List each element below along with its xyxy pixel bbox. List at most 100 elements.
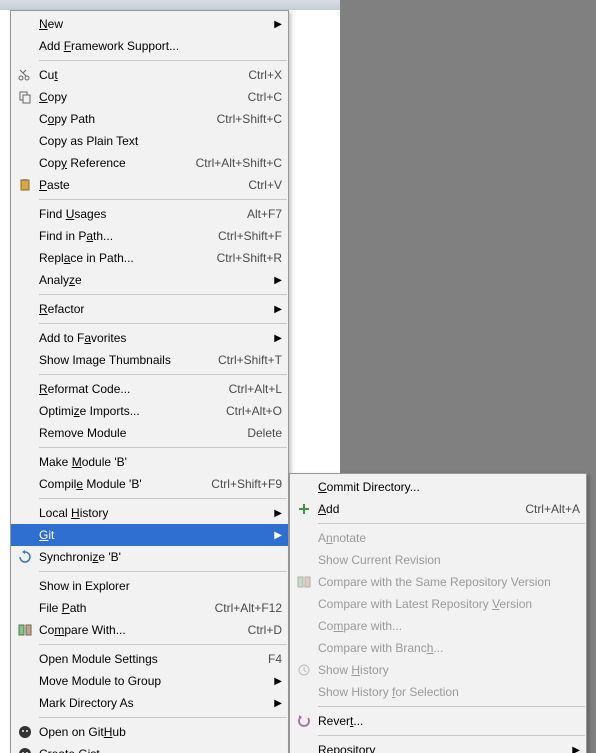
submenu-arrow-icon: ▶: [266, 676, 282, 687]
menu-item-git[interactable]: Git ▶: [11, 524, 288, 546]
menu-item-open-on-github[interactable]: Open on GitHub: [11, 721, 288, 743]
menu-item-make-module[interactable]: Make Module 'B': [11, 451, 288, 473]
menu-item-repository[interactable]: Repository ▶: [290, 739, 586, 753]
menu-item-show-in-explorer[interactable]: Show in Explorer: [11, 575, 288, 597]
blank-icon: [15, 133, 35, 149]
menu-item-analyze[interactable]: Analyze ▶: [11, 269, 288, 291]
menu-separator: [39, 199, 287, 200]
menu-label: Replace in Path...: [35, 251, 205, 265]
menu-item-show-history-selection: Show History for Selection: [290, 681, 586, 703]
blank-icon: [15, 155, 35, 171]
menu-item-open-module-settings[interactable]: Open Module Settings F4: [11, 648, 288, 670]
menu-label: Copy as Plain Text: [35, 134, 282, 148]
menu-shortcut: Ctrl+Shift+T: [206, 353, 282, 367]
menu-item-find-in-path[interactable]: Find in Path... Ctrl+Shift+F: [11, 225, 288, 247]
menu-item-show-thumbnails[interactable]: Show Image Thumbnails Ctrl+Shift+T: [11, 349, 288, 371]
sync-icon: [15, 549, 35, 565]
menu-shortcut: Alt+F7: [235, 207, 282, 221]
menu-label: Git: [35, 528, 266, 542]
menu-label: Create Gist...: [35, 747, 282, 753]
menu-item-file-path[interactable]: File Path Ctrl+Alt+F12: [11, 597, 288, 619]
menu-item-local-history[interactable]: Local History ▶: [11, 502, 288, 524]
menu-shortcut: Ctrl+Alt+Shift+C: [184, 156, 282, 170]
menu-item-copy-reference[interactable]: Copy Reference Ctrl+Alt+Shift+C: [11, 152, 288, 174]
menu-item-new[interactable]: New ▶: [11, 13, 288, 35]
menu-shortcut: Ctrl+X: [236, 68, 282, 82]
blank-icon: [15, 228, 35, 244]
menu-item-create-gist[interactable]: Create Gist...: [11, 743, 288, 753]
menu-label: Repository: [314, 743, 564, 753]
menu-item-commit-directory[interactable]: Commit Directory...: [290, 476, 586, 498]
menu-label: Commit Directory...: [314, 480, 580, 494]
blank-icon: [15, 673, 35, 689]
diff-icon: [15, 622, 35, 638]
diff-icon: [294, 574, 314, 590]
menu-label: Compare with Latest Repository Version: [314, 597, 580, 611]
menu-item-add-to-favorites[interactable]: Add to Favorites ▶: [11, 327, 288, 349]
menu-item-add[interactable]: Add Ctrl+Alt+A: [290, 498, 586, 520]
menu-item-copy-path[interactable]: Copy Path Ctrl+Shift+C: [11, 108, 288, 130]
context-menu: New ▶ Add Framework Support... Cut Ctrl+…: [10, 10, 289, 753]
menu-item-compile-module[interactable]: Compile Module 'B' Ctrl+Shift+F9: [11, 473, 288, 495]
submenu-arrow-icon: ▶: [266, 530, 282, 541]
menu-separator: [318, 706, 585, 707]
menu-shortcut: Ctrl+Alt+F12: [203, 601, 282, 615]
menu-item-copy-plain[interactable]: Copy as Plain Text: [11, 130, 288, 152]
blank-icon: [15, 330, 35, 346]
blank-icon: [15, 403, 35, 419]
menu-separator: [39, 717, 287, 718]
menu-label: Show History for Selection: [314, 685, 580, 699]
menu-item-revert[interactable]: Revert...: [290, 710, 586, 732]
blank-icon: [294, 552, 314, 568]
menu-separator: [39, 374, 287, 375]
menu-item-paste[interactable]: Paste Ctrl+V: [11, 174, 288, 196]
menu-label: Refactor: [35, 302, 266, 316]
menu-label: Cut: [35, 68, 236, 82]
menu-label: Find Usages: [35, 207, 235, 221]
submenu-arrow-icon: ▶: [266, 19, 282, 30]
blank-icon: [15, 206, 35, 222]
blank-icon: [15, 527, 35, 543]
scissors-icon: [15, 67, 35, 83]
menu-item-add-framework[interactable]: Add Framework Support...: [11, 35, 288, 57]
menu-item-copy[interactable]: Copy Ctrl+C: [11, 86, 288, 108]
github-icon: [15, 724, 35, 740]
menu-item-compare-with[interactable]: Compare With... Ctrl+D: [11, 619, 288, 641]
blank-icon: [15, 425, 35, 441]
menu-item-synchronize[interactable]: Synchronize 'B': [11, 546, 288, 568]
blank-icon: [15, 250, 35, 266]
blank-icon: [15, 16, 35, 32]
menu-label: Optimize Imports...: [35, 404, 214, 418]
menu-label: Synchronize 'B': [35, 550, 282, 564]
blank-icon: [15, 111, 35, 127]
menu-item-compare-with: Compare with...: [290, 615, 586, 637]
menu-label: Show in Explorer: [35, 579, 282, 593]
menu-item-replace-in-path[interactable]: Replace in Path... Ctrl+Shift+R: [11, 247, 288, 269]
blank-icon: [15, 454, 35, 470]
history-icon: [294, 662, 314, 678]
blank-icon: [294, 618, 314, 634]
menu-item-compare-same: Compare with the Same Repository Version: [290, 571, 586, 593]
blank-icon: [294, 530, 314, 546]
submenu-arrow-icon: ▶: [266, 333, 282, 344]
menu-shortcut: Ctrl+Alt+L: [217, 382, 282, 396]
menu-item-remove-module[interactable]: Remove Module Delete: [11, 422, 288, 444]
blank-icon: [15, 476, 35, 492]
menu-label: Remove Module: [35, 426, 235, 440]
menu-label: File Path: [35, 601, 203, 615]
menu-item-cut[interactable]: Cut Ctrl+X: [11, 64, 288, 86]
menu-item-move-module[interactable]: Move Module to Group ▶: [11, 670, 288, 692]
menu-item-reformat[interactable]: Reformat Code... Ctrl+Alt+L: [11, 378, 288, 400]
menu-label: Analyze: [35, 273, 266, 287]
menu-item-mark-directory[interactable]: Mark Directory As ▶: [11, 692, 288, 714]
menu-item-find-usages[interactable]: Find Usages Alt+F7: [11, 203, 288, 225]
revert-icon: [294, 713, 314, 729]
menu-label: Move Module to Group: [35, 674, 266, 688]
menu-label: Open Module Settings: [35, 652, 256, 666]
menu-item-refactor[interactable]: Refactor ▶: [11, 298, 288, 320]
blank-icon: [15, 352, 35, 368]
menu-item-show-history: Show History: [290, 659, 586, 681]
menu-label: Show Image Thumbnails: [35, 353, 206, 367]
menu-item-optimize-imports[interactable]: Optimize Imports... Ctrl+Alt+O: [11, 400, 288, 422]
blank-icon: [294, 684, 314, 700]
